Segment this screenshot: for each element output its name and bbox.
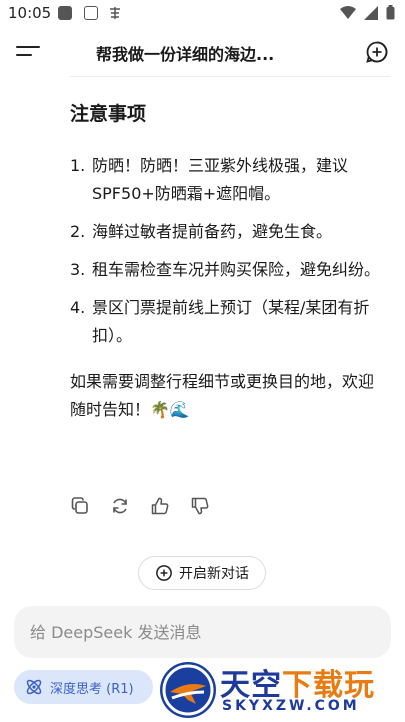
deep-think-button[interactable]: 深度思考 (R1) bbox=[14, 670, 153, 704]
list-item-text: 防晒！防晒！三亚紫外线极强，建议SPF50+防晒霜+遮阳帽。 bbox=[92, 156, 349, 203]
notification-icon bbox=[58, 6, 72, 20]
site-watermark: 天空下载玩 SKYXZW.COM bbox=[160, 660, 400, 720]
list-item: 4. 景区门票提前线上预订（某程/某团有折扣）。 bbox=[70, 294, 385, 350]
watermark-url: SKYXZW.COM bbox=[222, 698, 360, 714]
list-item: 3. 租车需检查车况并购买保险，避免纠纷。 bbox=[70, 256, 385, 284]
new-chat-button[interactable]: 开启新对话 bbox=[138, 556, 266, 590]
app-chinese-icon bbox=[110, 7, 120, 19]
wifi-icon bbox=[340, 5, 356, 19]
new-chat-label: 开启新对话 bbox=[179, 566, 249, 582]
signal-icon bbox=[364, 5, 378, 20]
closing-paragraph: 如果需要调整行程细节或更换目的地，欢迎随时告知！🌴🌊 bbox=[70, 372, 375, 419]
list-number: 2. bbox=[70, 222, 86, 241]
section-heading: 注意事项 bbox=[70, 103, 147, 125]
regenerate-icon[interactable] bbox=[110, 496, 130, 516]
notes-list: 1. 防晒！防晒！三亚紫外线极强，建议SPF50+防晒霜+遮阳帽。 2. 海鲜过… bbox=[70, 152, 385, 350]
new-chat-icon bbox=[156, 565, 172, 581]
list-item-text: 景区门票提前线上预订（某程/某团有折扣）。 bbox=[92, 298, 370, 345]
atom-icon bbox=[26, 679, 42, 695]
list-item-text: 海鲜过敏者提前备药，避免生食。 bbox=[92, 222, 333, 241]
assistant-message: 注意事项 1. 防晒！防晒！三亚紫外线极强，建议SPF50+防晒霜+遮阳帽。 2… bbox=[70, 100, 385, 424]
list-number: 3. bbox=[70, 260, 86, 279]
copy-icon[interactable] bbox=[70, 496, 90, 516]
list-item-text: 租车需检查车况并购买保险，避免纠纷。 bbox=[92, 260, 381, 279]
chat-title: 帮我做一份详细的海边... bbox=[96, 45, 275, 64]
menu-icon-bar bbox=[16, 54, 32, 56]
app-a-icon bbox=[84, 6, 98, 20]
thumbs-up-icon[interactable] bbox=[150, 496, 170, 516]
status-time: 10:05 bbox=[8, 4, 52, 22]
list-number: 4. bbox=[70, 298, 86, 317]
battery-icon bbox=[386, 5, 395, 20]
message-actions bbox=[70, 496, 210, 516]
message-input-box bbox=[14, 606, 391, 658]
list-item: 1. 防晒！防晒！三亚紫外线极强，建议SPF50+防晒霜+遮阳帽。 bbox=[70, 152, 385, 208]
app-header: 帮我做一份详细的海边... bbox=[0, 28, 405, 76]
status-bar: 10:05 bbox=[0, 0, 405, 28]
new-chat-icon[interactable] bbox=[365, 40, 389, 64]
message-input[interactable] bbox=[14, 606, 391, 658]
thumbs-down-icon[interactable] bbox=[190, 496, 210, 516]
menu-icon bbox=[16, 46, 40, 48]
deep-think-label: 深度思考 (R1) bbox=[50, 681, 134, 697]
list-item: 2. 海鲜过敏者提前备药，避免生食。 bbox=[70, 218, 385, 246]
status-right bbox=[340, 5, 395, 20]
header-divider bbox=[70, 76, 390, 77]
watermark-logo bbox=[160, 662, 216, 718]
plane-icon bbox=[162, 664, 214, 716]
menu-button[interactable] bbox=[16, 42, 42, 62]
list-number: 1. bbox=[70, 156, 86, 175]
